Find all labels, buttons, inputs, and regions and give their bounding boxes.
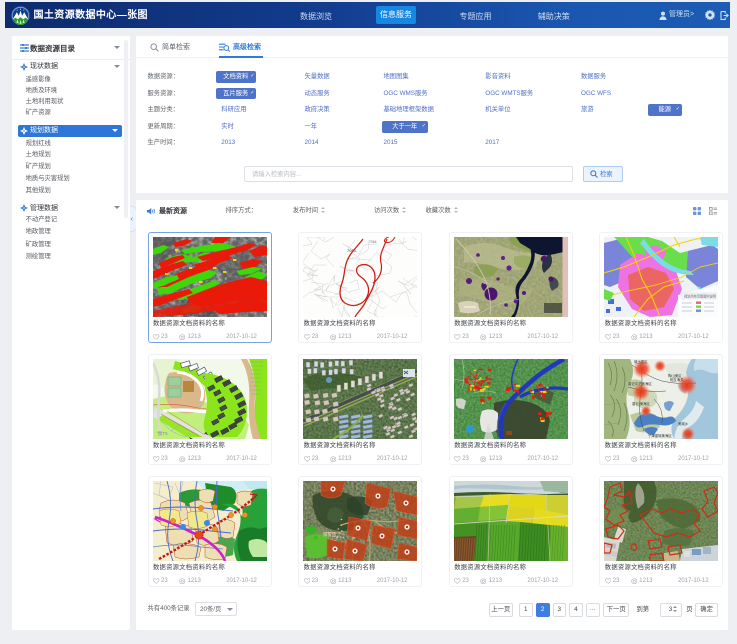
svg-text:城土香区: 城土香区 xyxy=(634,359,648,364)
svg-text:规划用地范围图例说明: 规划用地范围图例说明 xyxy=(684,294,716,299)
svg-text:香记中艺美海区: 香记中艺美海区 xyxy=(628,381,652,386)
svg-text:香记,美海区: 香记,美海区 xyxy=(632,401,651,406)
svg-text:排警告: 排警告 xyxy=(323,531,337,538)
svg-text:相互海关: 相互海关 xyxy=(670,377,684,382)
svg-text:7060: 7060 xyxy=(347,248,357,253)
svg-text:美城乡: 美城乡 xyxy=(678,421,689,426)
svg-text:7064: 7064 xyxy=(369,240,377,244)
svg-text:宁津香转美海区: 宁津香转美海区 xyxy=(648,433,672,438)
